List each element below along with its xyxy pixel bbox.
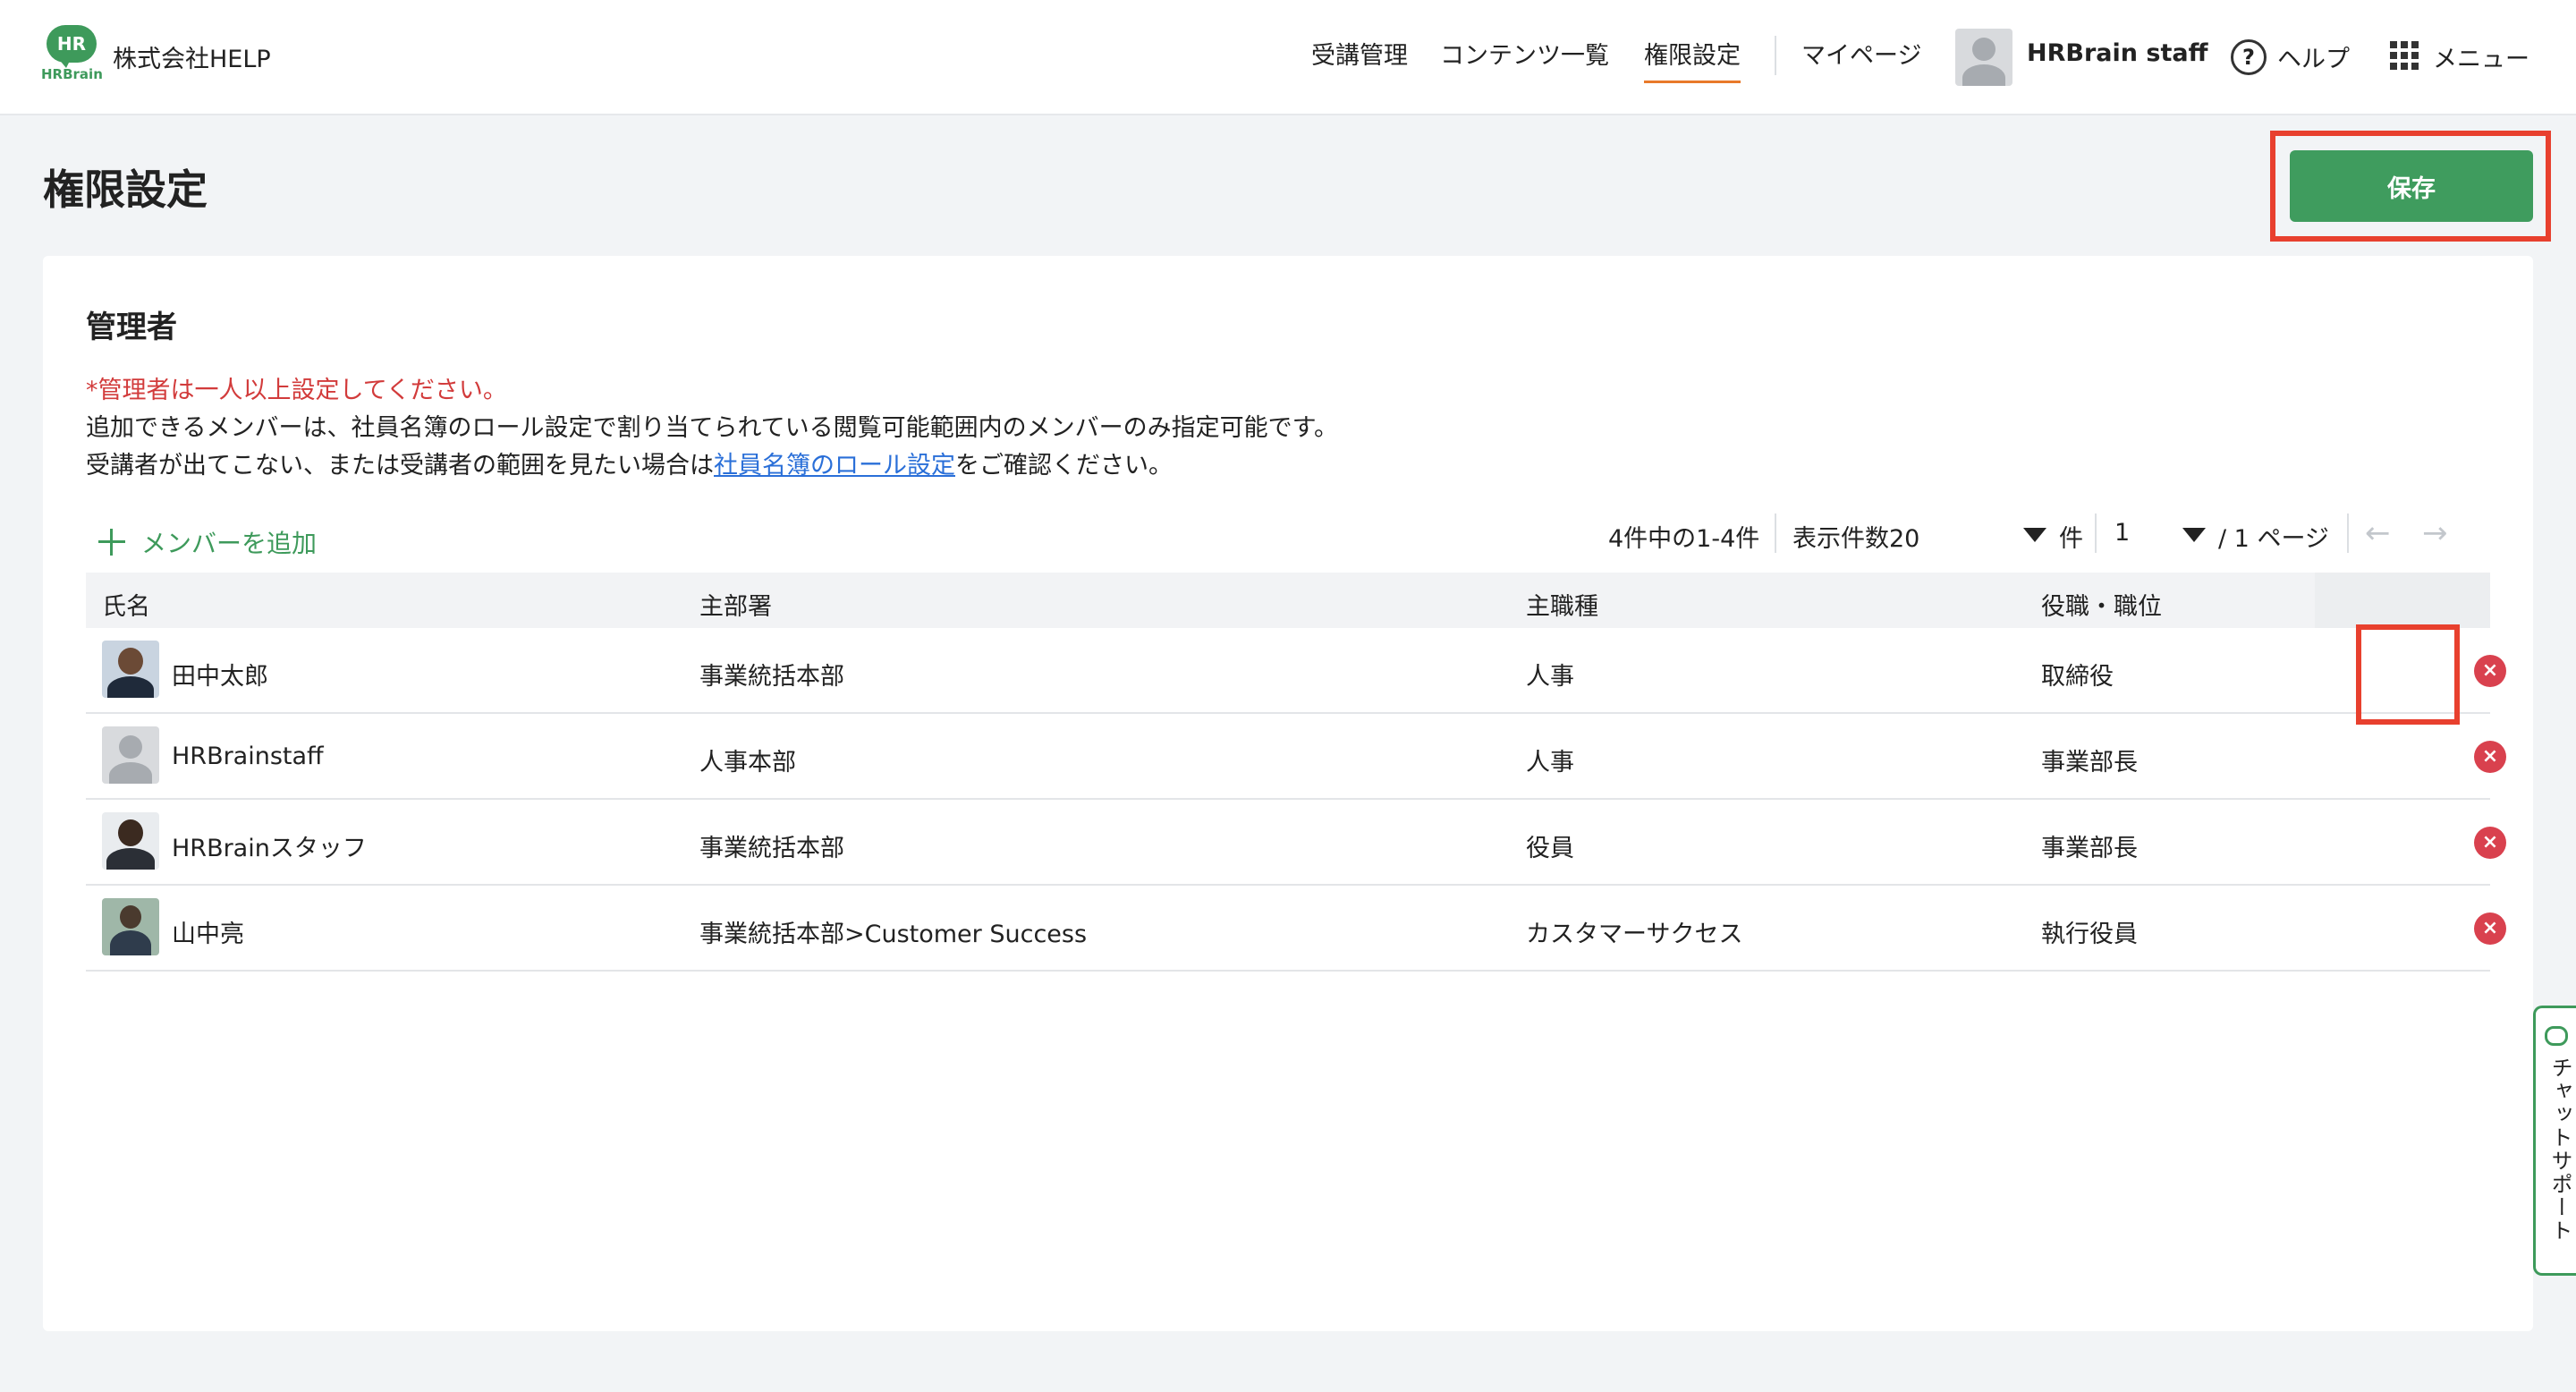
help-link[interactable]: ヘルプ	[2277, 39, 2350, 74]
member-name: HRBrainスタッフ	[172, 835, 367, 862]
menu-grid-icon[interactable]	[2390, 41, 2419, 70]
col-header-name: 氏名	[102, 593, 150, 621]
plus-icon	[98, 529, 125, 556]
page-dropdown-icon[interactable]	[2182, 528, 2206, 542]
page-total: / 1 ページ	[2218, 525, 2329, 553]
member-avatar	[102, 898, 159, 955]
add-member-label: メンバーを追加	[141, 529, 318, 558]
info-note-line1: 追加できるメンバーは、社員名簿のロール設定で割り当てられている閲覧可能範囲内のメ…	[86, 414, 1338, 442]
remove-member-icon[interactable]: ×	[2474, 741, 2506, 773]
member-position: 事業部長	[2041, 835, 2138, 862]
company-name: 株式会社HELP	[113, 46, 271, 73]
col-header-position: 役職・職位	[2041, 593, 2162, 621]
per-page-unit: 件	[2059, 525, 2083, 553]
top-header: HR HRBrain 株式会社HELP 受講管理 コンテンツ一覧 権限設定 マイ…	[0, 0, 2576, 115]
admin-table: 氏名 主部署 主職種 役職・職位 田中太郎 事業統括本部 人事 取締役 × HR…	[86, 573, 2506, 972]
member-department: 人事本部	[699, 749, 796, 777]
remove-icon-highlight	[2356, 624, 2460, 725]
remove-member-icon[interactable]: ×	[2474, 827, 2506, 859]
page-select-value[interactable]: 1	[2114, 519, 2130, 547]
member-position: 事業部長	[2041, 749, 2138, 777]
nav-divider	[1775, 36, 1776, 75]
menu-link[interactable]: メニュー	[2433, 39, 2529, 74]
next-page-icon[interactable]: →	[2422, 515, 2448, 551]
person-body-icon	[1962, 64, 2005, 86]
info-note-line2: 受講者が出てこない、または受講者の範囲を見たい場合は社員名簿のロール設定をご確認…	[86, 446, 1173, 480]
page-title: 権限設定	[43, 166, 208, 214]
user-name[interactable]: HRBrain staff	[2027, 39, 2207, 67]
table-row: 田中太郎 事業統括本部 人事 取締役 ×	[86, 628, 2506, 714]
user-avatar[interactable]	[1955, 29, 2012, 86]
chat-bubble-icon	[2545, 1026, 2568, 1046]
admin-card: 管理者 *管理者は一人以上設定してください。 追加できるメンバーは、社員名簿のロ…	[43, 256, 2533, 1331]
nav-content-list[interactable]: コンテンツ一覧	[1440, 36, 1609, 71]
table-row: HRBrainstaff 人事本部 人事 事業部長 ×	[86, 714, 2506, 800]
table-row: 山中亮 事業統括本部>Customer Success カスタマーサクセス 執行…	[86, 886, 2506, 972]
section-title: 管理者	[86, 310, 177, 345]
member-name: 山中亮	[172, 921, 244, 948]
remove-member-icon[interactable]: ×	[2474, 655, 2506, 687]
role-settings-link[interactable]: 社員名簿のロール設定	[714, 452, 955, 480]
chat-support-label: チャットサポート	[2547, 1057, 2572, 1243]
result-count: 4件中の1-4件	[1608, 525, 1760, 553]
member-department: 事業統括本部	[699, 663, 844, 691]
member-avatar	[102, 641, 159, 698]
logo-bubble: HR	[47, 25, 97, 63]
required-note: *管理者は一人以上設定してください。	[86, 377, 507, 404]
info-note-suffix: をご確認ください。	[955, 452, 1173, 480]
pager-divider	[2095, 514, 2097, 553]
member-position: 執行役員	[2041, 921, 2138, 948]
chat-support-tab[interactable]: チャットサポート	[2533, 1006, 2576, 1276]
save-button[interactable]: 保存	[2290, 150, 2533, 222]
member-department: 事業統括本部	[699, 835, 844, 862]
header-action-cell	[2315, 573, 2490, 628]
member-job: カスタマーサクセス	[1526, 921, 1743, 948]
col-header-department: 主部署	[699, 593, 772, 621]
member-avatar	[102, 726, 159, 784]
member-job: 役員	[1526, 835, 1574, 862]
member-name: 田中太郎	[172, 663, 268, 691]
nav-course-management[interactable]: 受講管理	[1311, 36, 1408, 71]
hrbrain-logo[interactable]: HR HRBrain	[41, 25, 103, 82]
member-position: 取締役	[2041, 663, 2114, 691]
remove-member-icon[interactable]: ×	[2474, 912, 2506, 945]
info-note-prefix: 受講者が出てこない、または受講者の範囲を見たい場合は	[86, 452, 714, 480]
table-header: 氏名 主部署 主職種 役職・職位	[86, 573, 2490, 628]
per-page-label: 表示件数20	[1792, 525, 1920, 553]
prev-page-icon[interactable]: ←	[2365, 515, 2391, 551]
per-page-dropdown-icon[interactable]	[2023, 528, 2046, 542]
pager-divider	[2347, 514, 2349, 553]
person-head-icon	[1972, 38, 1996, 61]
nav-permission-settings[interactable]: 権限設定	[1644, 36, 1741, 83]
member-department: 事業統括本部>Customer Success	[699, 921, 1088, 948]
help-icon[interactable]: ?	[2231, 39, 2267, 75]
member-job: 人事	[1526, 749, 1574, 777]
logo-subtext: HRBrain	[41, 66, 103, 82]
pager-divider	[1775, 514, 1776, 553]
col-header-job: 主職種	[1526, 593, 1598, 621]
nav-my-page[interactable]: マイページ	[1801, 36, 1921, 71]
member-name: HRBrainstaff	[172, 743, 324, 770]
member-avatar	[102, 812, 159, 870]
add-member-button[interactable]: メンバーを追加	[98, 524, 317, 560]
table-row: HRBrainスタッフ 事業統括本部 役員 事業部長 ×	[86, 800, 2506, 886]
member-job: 人事	[1526, 663, 1574, 691]
